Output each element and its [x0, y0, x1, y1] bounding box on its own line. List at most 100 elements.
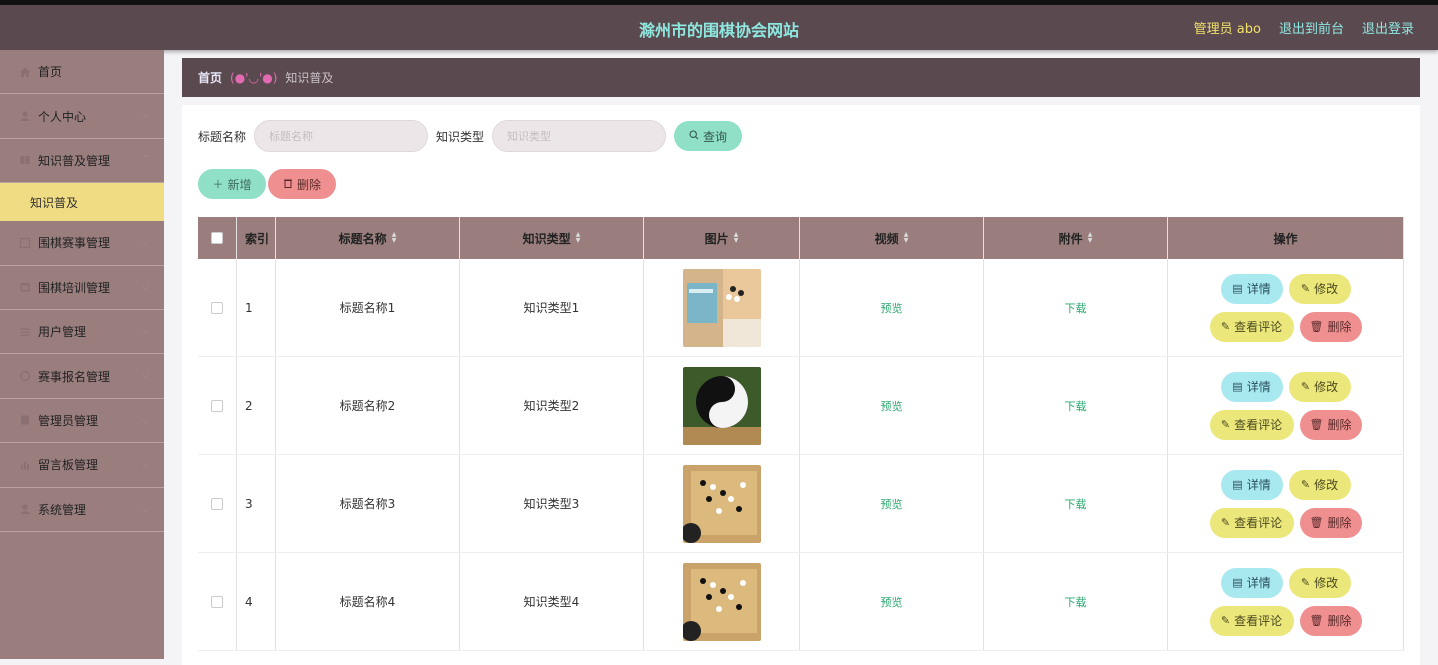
video-preview-link[interactable]: 预览	[881, 398, 903, 414]
sidebar-item-label: 管理员管理	[38, 413, 99, 428]
delete-button[interactable]: 🗑 删除	[1299, 507, 1362, 538]
chevron-down-icon: ⌵	[141, 279, 150, 293]
sidebar-item-label: 首页	[38, 65, 63, 80]
sidebar-item-label: 个人中心	[38, 109, 87, 124]
delete-button[interactable]: 🗑 删除	[1299, 311, 1362, 342]
attachment-download-link[interactable]: 下载	[1065, 300, 1087, 316]
view-comments-button[interactable]: ✎ 查看评论	[1209, 507, 1294, 538]
edit-button[interactable]: ✎ 修改	[1288, 273, 1351, 304]
col-title[interactable]: 标题名称 ▲ ▼	[276, 217, 460, 259]
type-cell: 知识类型1	[460, 259, 644, 356]
col-image[interactable]: 图片 ▲ ▼	[644, 217, 800, 259]
title-filter-label: 标题名称	[198, 129, 247, 144]
col-type[interactable]: 知识类型 ▲ ▼	[460, 217, 644, 259]
edit-button[interactable]: ✎ 修改	[1288, 567, 1351, 598]
table-row: 1 标题名称1 知识类型1 预览 下载 ▤ 详情 ✎ 修改 ✎ 查看评论 🗑 删…	[198, 259, 1404, 357]
view-comments-button[interactable]: ✎ 查看评论	[1209, 409, 1294, 440]
go-board-thumbnail[interactable]	[682, 562, 761, 641]
actions-cell: ▤ 详情 ✎ 修改 ✎ 查看评论 🗑 删除	[1168, 357, 1404, 454]
query-button[interactable]: 查询	[674, 121, 743, 151]
sidebar-item-admin-mgmt[interactable]: 管理员管理 ⌵	[0, 399, 164, 444]
add-button[interactable]: ＋ 新增	[198, 169, 266, 199]
chevron-down-icon: ⌵	[141, 457, 150, 471]
view-comments-button[interactable]: ✎ 查看评论	[1209, 605, 1294, 636]
to-front-link[interactable]: 退出到前台	[1279, 18, 1344, 37]
sidebar-item-home[interactable]: 首页	[0, 50, 164, 95]
delete-label: 删除	[1327, 516, 1352, 530]
batch-delete-button[interactable]: 删除	[268, 169, 336, 199]
row-checkbox[interactable]	[211, 301, 223, 314]
logout-link[interactable]: 退出登录	[1362, 18, 1414, 37]
video-cell: 预览	[800, 455, 984, 552]
edit-button[interactable]: ✎ 修改	[1288, 469, 1351, 500]
edit-button[interactable]: ✎ 修改	[1288, 371, 1351, 402]
col-attachment[interactable]: 附件 ▲ ▼	[984, 217, 1168, 259]
col-video[interactable]: 视频 ▲ ▼	[800, 217, 984, 259]
edit-label: 修改	[1314, 478, 1339, 492]
chevron-down-icon: ⌵	[141, 368, 150, 382]
detail-button[interactable]: ▤ 详情	[1220, 371, 1283, 402]
sidebar-subitem-knowledge[interactable]: 知识普及	[0, 183, 164, 222]
image-cell	[644, 357, 800, 454]
pencil-icon: ✎	[1220, 516, 1231, 529]
image-cell	[644, 553, 800, 650]
delete-button[interactable]: 🗑 删除	[1299, 605, 1362, 636]
go-book-thumbnail[interactable]	[682, 268, 761, 347]
sidebar-subitem-label: 知识普及	[30, 195, 79, 210]
title-cell: 标题名称4	[276, 553, 460, 650]
sidebar-item-board-mgmt[interactable]: 留言板管理 ⌵	[0, 443, 164, 488]
sidebar-item-training-mgmt[interactable]: 围棋培训管理 ⌵	[0, 266, 164, 310]
go-board-thumbnail[interactable]	[682, 464, 761, 543]
video-preview-link[interactable]: 预览	[881, 496, 903, 512]
content-panel: 标题名称 知识类型 查询 ＋ 新增 删除	[182, 105, 1420, 665]
sidebar-item-label: 用户管理	[38, 325, 87, 340]
detail-button[interactable]: ▤ 详情	[1220, 567, 1283, 598]
video-cell: 预览	[800, 553, 984, 650]
view-comments-label: 查看评论	[1234, 614, 1283, 628]
video-preview-link[interactable]: 预览	[881, 594, 903, 610]
delete-button[interactable]: 🗑 删除	[1299, 409, 1362, 440]
type-search-input[interactable]	[492, 120, 667, 152]
admin-icon	[18, 413, 32, 427]
breadcrumb-current: 知识普及	[285, 71, 334, 85]
attachment-download-link[interactable]: 下载	[1065, 398, 1087, 414]
row-checkbox[interactable]	[211, 497, 223, 510]
select-all-cell	[198, 217, 237, 259]
detail-button[interactable]: ▤ 详情	[1220, 469, 1283, 500]
sidebar-item-knowledge-mgmt[interactable]: 知识普及管理 ⌃	[0, 139, 164, 184]
view-comments-button[interactable]: ✎ 查看评论	[1209, 311, 1294, 342]
attachment-download-link[interactable]: 下载	[1065, 594, 1087, 610]
attachment-download-link[interactable]: 下载	[1065, 496, 1087, 512]
sort-icon: ▲ ▼	[903, 231, 909, 244]
sidebar-item-system-mgmt[interactable]: 系统管理 ⌵	[0, 488, 164, 532]
row-checkbox[interactable]	[211, 399, 223, 412]
sidebar-item-signup-mgmt[interactable]: 赛事报名管理 ⌵	[0, 354, 164, 399]
attachment-cell: 下载	[984, 357, 1168, 454]
type-cell: 知识类型3	[460, 455, 644, 552]
sidebar-item-match-mgmt[interactable]: 围棋赛事管理 ⌵	[0, 221, 164, 266]
trash-icon: 🗑	[1309, 614, 1324, 627]
title-search-input[interactable]	[254, 120, 429, 152]
type-cell: 知识类型4	[460, 553, 644, 650]
sort-icon: ▲ ▼	[733, 231, 739, 244]
plus-icon: ＋	[212, 178, 224, 191]
query-button-label: 查询	[703, 129, 728, 144]
pencil-icon: ✎	[1300, 282, 1311, 295]
view-comments-label: 查看评论	[1234, 320, 1283, 334]
row-checkbox[interactable]	[211, 595, 223, 608]
col-video-label: 视频	[874, 231, 899, 246]
select-all-checkbox[interactable]	[211, 232, 223, 244]
breadcrumb: 首页 (●'◡'●) 知识普及	[182, 58, 1420, 97]
image-cell	[644, 259, 800, 356]
detail-button[interactable]: ▤ 详情	[1220, 273, 1283, 304]
video-preview-link[interactable]: 预览	[881, 300, 903, 316]
sidebar-item-personal[interactable]: 个人中心 ⌵	[0, 94, 164, 139]
user-icon	[18, 109, 32, 123]
sidebar-item-user-mgmt[interactable]: 用户管理 ⌵	[0, 310, 164, 355]
col-title-label: 标题名称	[338, 231, 387, 246]
go-yinyang-thumbnail[interactable]	[682, 366, 761, 445]
document-icon: ▤	[1232, 478, 1243, 491]
sidebar-item-label: 围棋培训管理	[38, 280, 111, 295]
form-icon	[18, 369, 32, 383]
breadcrumb-home[interactable]: 首页	[198, 69, 222, 86]
